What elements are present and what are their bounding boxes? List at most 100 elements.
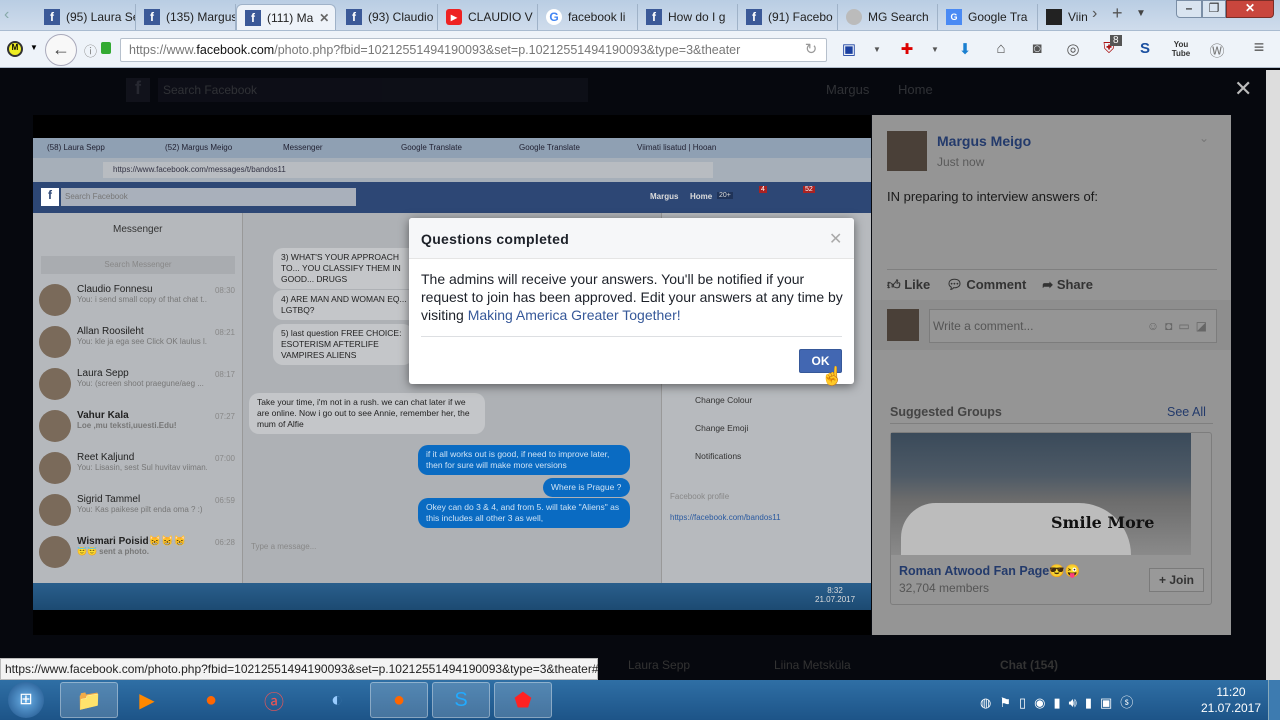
restore-button[interactable]: ❐ [1202,0,1226,18]
firefox-icon[interactable]: ● [182,682,240,718]
w-addon-icon[interactable]: Ⓦ [1206,40,1228,61]
avatar [39,494,71,526]
show-desktop-button[interactable] [1268,680,1280,720]
conversation-preview: You: kle ja ega see Click OK laulus l... [77,337,207,346]
author-avatar[interactable] [887,131,927,171]
chevron-down-icon[interactable]: ⌄ [1199,131,1209,145]
url-bar[interactable]: https://www.facebook.com/photo.php?fbid=… [120,38,827,62]
download-icon[interactable]: ⬇ [954,40,976,58]
tab[interactable]: G Google Tra [938,4,1038,30]
close-window-button[interactable]: ✕ [1226,0,1274,18]
join-button[interactable]: + Join [1149,568,1204,592]
search-messenger: Search Messenger [41,256,235,274]
questions-completed-dialog: Questions completed ✕ The admins will re… [409,218,854,386]
post-time[interactable]: Just now [937,155,984,169]
app-a-icon[interactable]: ⓐ [245,682,303,718]
paint-app-icon[interactable]: ⬟ [494,682,552,718]
page-scrollbar[interactable] [1266,70,1280,680]
inner-tab: Viimati lisatud | Hooan [637,143,717,152]
minimize-button[interactable]: – [1176,0,1202,18]
first-aid-icon[interactable]: ✚ [896,40,918,58]
chat-tab[interactable]: Laura Sepp [628,658,690,672]
post-sidebar: Margus Meigo Just now ⌄ IN preparing to … [872,115,1231,635]
explorer-icon[interactable]: 📁 [60,682,118,718]
messenger-title: Messenger [113,224,163,235]
tab[interactable]: ▶ CLAUDIO V [438,4,538,30]
search-input[interactable]: Search Facebook [158,78,588,102]
like-button[interactable]: 👍︎ Like [887,277,930,293]
clock[interactable]: 11:20 21.07.2017 [1200,684,1262,716]
url-prefix: https://www. [129,43,197,57]
save-dropdown[interactable]: ▼ [866,45,888,54]
group-link[interactable]: Making America Greater Together! [468,307,681,323]
start-button[interactable]: ⊞ [8,682,44,718]
chat-sidebar-toggle[interactable]: Chat (154) [1000,658,1058,672]
conversation-name: Laura Sepp [77,368,129,379]
back-button[interactable]: ← [45,34,77,66]
sync-icon[interactable]: ◎ [1062,40,1084,58]
reload-icon[interactable]: ↻ [800,40,822,58]
profile-link: https://facebook.com/bandos11 [670,513,781,522]
see-all-link[interactable]: See All [1167,405,1206,419]
skype-icon[interactable]: S [432,682,490,718]
tab[interactable]: f (95) Laura Sepp [36,4,136,30]
tab[interactable]: MG Search [838,4,938,30]
inner-tab: Messenger [283,143,323,152]
conversation-name: Vahur Kala [77,410,129,421]
tab[interactable]: Gfacebook li [538,4,638,30]
home-icon[interactable]: ⌂ [990,40,1012,57]
close-dialog-icon[interactable]: ✕ [829,229,842,249]
home-link[interactable]: Home [898,82,933,97]
save-icon[interactable]: ▣ [838,40,860,58]
chat-tab[interactable]: Liina Metsküla [774,658,851,672]
addon-dropdown[interactable]: ▼ [30,43,38,52]
tab-scroll-right[interactable]: › [1092,5,1097,23]
first-aid-dropdown[interactable]: ▼ [924,45,946,54]
tab[interactable]: f (135) Margus [136,4,236,30]
pocket-icon[interactable]: ◙ [1026,40,1048,57]
group-name[interactable]: Roman Atwood Fan Page😎😜 [899,564,1080,579]
facebook-icon: f [746,9,762,25]
tab-scroll-left[interactable]: ‹ [4,6,9,24]
conversation-preview: You: Lisasin, sest Sul huvitav viiman... [77,463,207,472]
close-theater-icon[interactable]: ✕ [1234,76,1252,102]
group-cover-image[interactable]: Smile More [891,433,1191,555]
inner-search: Search Facebook [61,188,356,206]
thumbs-up-icon: 👍︎ [887,277,905,292]
tab[interactable]: f (91) Facebo [738,4,838,30]
conversation-time: 08:30 [214,286,235,295]
viin-icon [1046,9,1062,25]
share-button[interactable]: ➦ Share [1042,277,1093,293]
google-icon: G [546,9,562,25]
comment-input[interactable]: Write a comment... ☺◘▭◪ [929,309,1217,343]
mg-addon-icon[interactable]: M [7,41,23,57]
menu-icon[interactable]: ≡ [1248,37,1270,58]
tab[interactable]: f (93) Claudio [338,4,438,30]
comment-label: Comment [966,277,1027,292]
youtube-addon-icon[interactable]: You Tube [1170,40,1192,58]
facebook-icon: f [245,9,261,26]
tab-bar: ‹ f (95) Laura Sepp f (135) Margus f (111) … [0,0,1280,31]
s-addon-icon[interactable]: S [1134,40,1156,57]
comment-tools-icons[interactable]: ☺◘▭◪ [1147,319,1213,333]
conversation-time: 07:27 [214,412,235,421]
tab[interactable]: f How do I g [638,4,738,30]
seamonkey-icon[interactable]: ◐ [308,682,366,718]
tab[interactable]: Viin [1038,4,1092,30]
url-path: /photo.php?fbid=10212551494190093&set=p.… [274,43,741,57]
conversation-name: Sigrid Tammel [77,494,141,505]
close-tab-icon[interactable]: ✕ [319,11,329,25]
conversation-item: Sigrid Tammel You: Kas paikese pilt enda … [33,490,241,532]
new-tab-button[interactable]: + [1112,3,1123,24]
conversation-item: Wismari Poisid😸😸😸 😇😇 sent a photo. 06:28 [33,532,241,574]
tab-list-dropdown[interactable]: ▼ [1136,8,1146,19]
hand-cursor-icon: ☝ [821,366,844,386]
system-tray-icons[interactable]: ◍⚑▯◉▮🔊︎▮▣ⓢ [980,692,1141,711]
tab-active[interactable]: f (111) Ma ✕ [236,4,336,30]
media-player-icon[interactable]: ▶ [118,682,176,718]
comment-button[interactable]: 💬︎ Comment [946,277,1026,293]
firefox-active-icon[interactable]: ● [370,682,428,718]
profile-link[interactable]: Margus [826,82,869,97]
info-icon[interactable]: ⓘ [84,41,97,60]
post-author[interactable]: Margus Meigo [937,133,1031,149]
